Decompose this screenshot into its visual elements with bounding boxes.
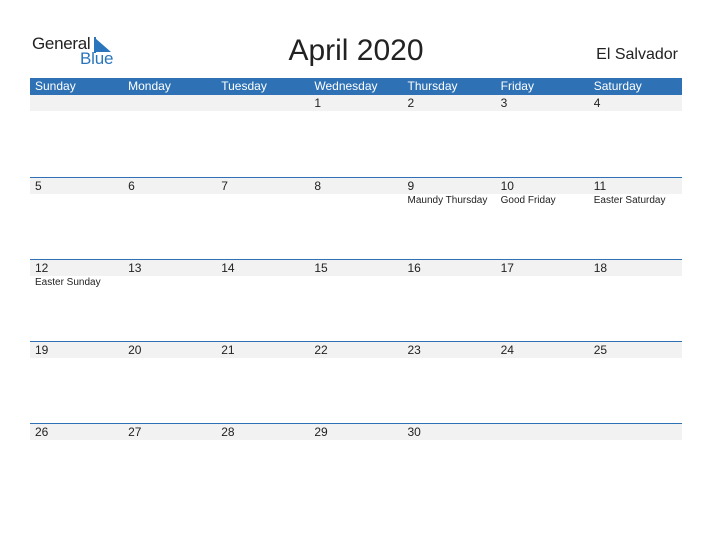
day-number: 9 — [407, 179, 415, 193]
day-number: 23 — [407, 343, 421, 357]
date-strip: 12 13 14 15 16 17 18 — [30, 260, 682, 276]
week-row: 1 2 3 4 — [30, 95, 682, 177]
week-row: 19 20 21 22 23 24 25 — [30, 341, 682, 423]
weekday-friday: Friday — [500, 79, 534, 93]
day-number — [123, 95, 216, 111]
day-number: 28 — [221, 425, 235, 439]
events-row: Maundy Thursday Good Friday Easter Saturda… — [30, 194, 682, 208]
country-label: El Salvador — [596, 46, 678, 63]
day-number: 11 — [593, 179, 607, 193]
week-row: 5 6 7 8 9 10 11 Maundy Thursday Good Friday Easte… — [30, 177, 682, 259]
holiday-label — [123, 194, 216, 208]
day-number — [496, 424, 589, 440]
day-number: 27 — [128, 425, 142, 439]
day-number: 18 — [593, 261, 608, 275]
holiday-label — [309, 194, 402, 208]
week-row: 12 13 14 15 16 17 18 Easter Sunday — [30, 259, 682, 341]
holiday-label: Easter Saturday — [593, 195, 666, 206]
day-number: 8 — [314, 179, 322, 193]
weekday-header: Sunday Monday Tuesday Wednesday Thursday… — [30, 78, 682, 95]
day-number — [589, 424, 682, 440]
weekday-monday: Monday — [128, 79, 171, 93]
holiday-label: Maundy Thursday — [407, 195, 488, 206]
events-row: Easter Sunday — [30, 276, 682, 290]
day-number: 17 — [500, 261, 514, 275]
holiday-label — [403, 276, 496, 290]
day-number: 16 — [407, 261, 421, 275]
calendar-grid: Sunday Monday Tuesday Wednesday Thursday… — [30, 78, 682, 505]
holiday-label — [309, 276, 402, 290]
holiday-label — [589, 276, 682, 290]
holiday-label — [216, 276, 309, 290]
day-number: 2 — [407, 96, 415, 110]
holiday-label: Good Friday — [500, 195, 556, 206]
day-number: 20 — [128, 343, 142, 357]
holiday-label — [30, 194, 123, 208]
day-number: 3 — [500, 96, 508, 110]
weekday-sunday: Sunday — [35, 79, 76, 93]
day-number: 13 — [128, 261, 142, 275]
day-number: 7 — [221, 179, 228, 193]
date-strip: 1 2 3 4 — [30, 95, 682, 111]
day-number: 25 — [593, 343, 608, 357]
holiday-label — [123, 276, 216, 290]
day-number: 5 — [35, 179, 42, 193]
day-number: 1 — [314, 96, 322, 110]
day-number — [216, 95, 309, 111]
date-strip: 26 27 28 29 30 — [30, 424, 682, 440]
day-number: 29 — [314, 425, 328, 439]
day-number: 4 — [593, 96, 601, 110]
weekday-saturday: Saturday — [593, 79, 642, 93]
day-number: 10 — [500, 179, 514, 193]
weekday-tuesday: Tuesday — [221, 79, 267, 93]
holiday-label: Easter Sunday — [35, 277, 101, 288]
day-number — [30, 95, 123, 111]
holiday-label — [216, 194, 309, 208]
weekday-thursday: Thursday — [407, 79, 458, 93]
day-number: 15 — [314, 261, 328, 275]
date-strip: 5 6 7 8 9 10 11 — [30, 178, 682, 194]
day-number: 14 — [221, 261, 235, 275]
day-number: 30 — [407, 425, 421, 439]
day-number: 12 — [35, 261, 49, 275]
day-number: 24 — [500, 343, 514, 357]
week-row: 26 27 28 29 30 — [30, 423, 682, 505]
day-number: 26 — [35, 425, 49, 439]
day-number: 21 — [221, 343, 235, 357]
weekday-wednesday: Wednesday — [314, 79, 378, 93]
holiday-label — [496, 276, 589, 290]
date-strip: 19 20 21 22 23 24 25 — [30, 342, 682, 358]
day-number: 6 — [128, 179, 135, 193]
day-number: 19 — [35, 343, 49, 357]
day-number: 22 — [314, 343, 328, 357]
